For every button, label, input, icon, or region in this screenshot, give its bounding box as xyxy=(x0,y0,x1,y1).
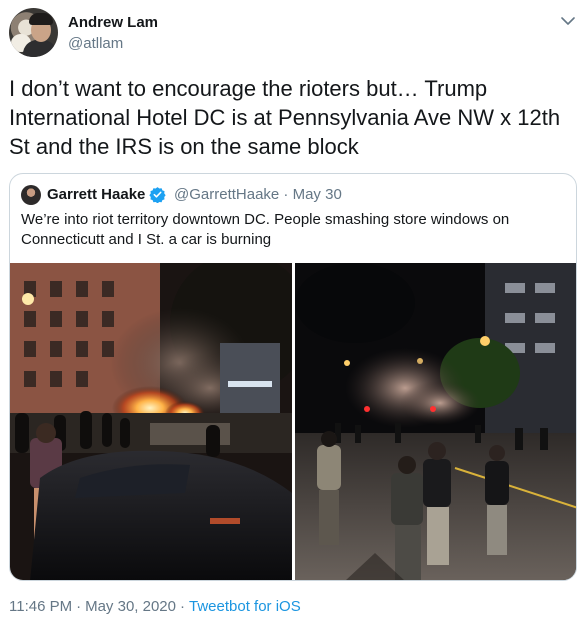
quoted-author-avatar[interactable] xyxy=(21,185,41,205)
chevron-down-icon[interactable] xyxy=(561,14,575,28)
quoted-media-grid xyxy=(10,263,577,581)
meta-separator: · xyxy=(180,598,185,615)
tweet-date[interactable]: May 30, 2020 xyxy=(85,598,176,615)
quoted-handle-and-date[interactable]: @GarrettHaake · May 30 xyxy=(174,186,342,203)
meta-separator: · xyxy=(76,598,82,615)
photo-street-crowd-smoke[interactable] xyxy=(295,263,577,581)
tweet-source-link[interactable]: Tweetbot for iOS xyxy=(189,598,301,615)
author-handle[interactable]: @atllam xyxy=(68,35,123,52)
quoted-tweet-text: We’re into riot territory downtown DC. P… xyxy=(21,211,510,248)
tweet-card: Andrew Lam @atllam I don’t want to encou… xyxy=(0,0,586,623)
author-avatar[interactable] xyxy=(9,8,58,57)
author-display-name[interactable]: Andrew Lam xyxy=(68,14,158,31)
tweet-meta: 11:46 PM · May 30, 2020 · Tweetbot for iOS xyxy=(9,598,301,615)
tweet-time[interactable]: 11:46 PM xyxy=(9,598,72,615)
quoted-tweet[interactable]: Garrett Haake @GarrettHaake · May 30 We’… xyxy=(9,173,577,581)
quoted-author-display-name[interactable]: Garrett Haake xyxy=(47,186,145,203)
photo-burning-car-building[interactable] xyxy=(10,263,292,581)
verified-badge-icon xyxy=(149,187,166,203)
tweet-text: I don’t want to encourage the rioters bu… xyxy=(9,76,561,159)
